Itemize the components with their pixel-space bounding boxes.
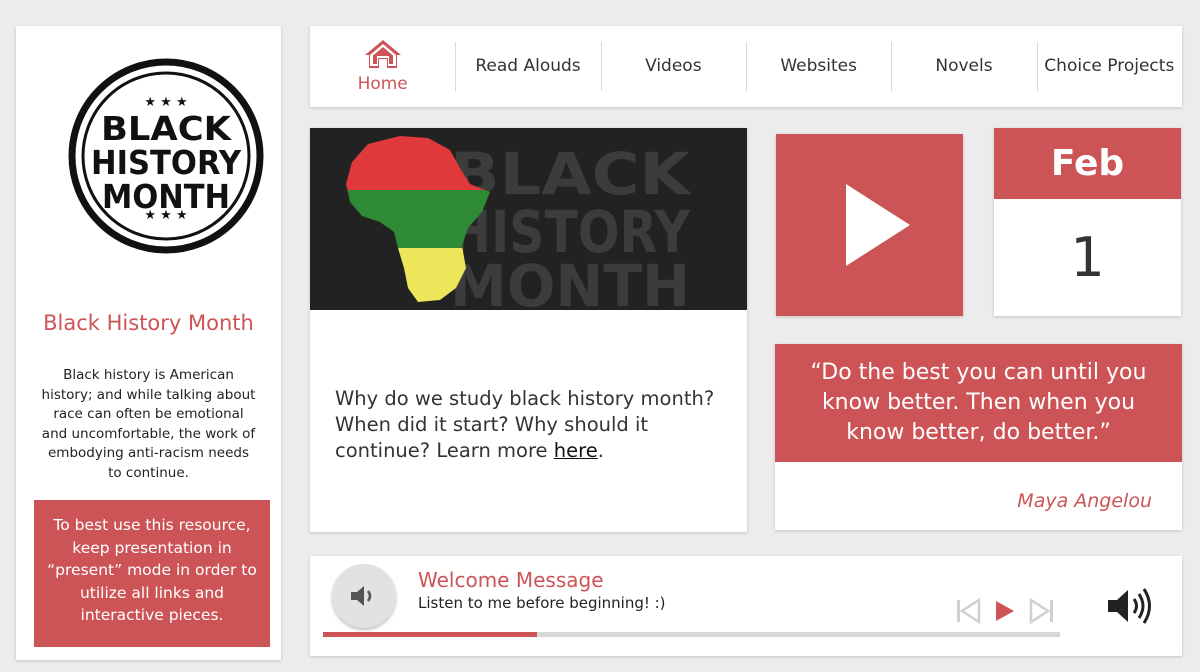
nav-choice-projects-label: Choice Projects xyxy=(1044,56,1175,76)
nav-choice-projects[interactable]: Choice Projects xyxy=(1036,26,1182,107)
sidebar-title: Black History Month xyxy=(43,311,254,335)
logo-line-3: MONTH xyxy=(102,177,230,216)
sidebar-description: Black history is American history; and w… xyxy=(41,367,256,481)
learn-more-link[interactable]: here xyxy=(554,439,598,462)
speaker-icon xyxy=(351,586,372,606)
nav-novels[interactable]: Novels xyxy=(891,26,1036,107)
audio-subtitle: Listen to me before beginning! :) xyxy=(418,594,666,612)
nav-novels-label: Novels xyxy=(935,56,993,76)
top-navigation: Home Read Alouds Videos Websites Novels … xyxy=(310,26,1182,107)
intro-text: Why do we study black history month? Whe… xyxy=(335,387,715,462)
volume-icon[interactable] xyxy=(1106,586,1156,626)
nav-videos[interactable]: Videos xyxy=(600,26,746,107)
date-day: 1 xyxy=(1070,226,1105,289)
nav-websites-label: Websites xyxy=(780,56,857,76)
audio-player: Welcome Message Listen to me before begi… xyxy=(310,556,1182,656)
nav-read-alouds-label: Read Alouds xyxy=(475,56,581,76)
svg-text:★ ★ ★: ★ ★ ★ xyxy=(144,95,187,110)
nav-websites[interactable]: Websites xyxy=(745,26,891,107)
banner-image: BLACK HISTORY MONTH xyxy=(310,128,747,310)
nav-videos-label: Videos xyxy=(645,56,702,76)
date-card: Feb 1 xyxy=(994,128,1181,316)
audio-play-button[interactable] xyxy=(332,564,396,628)
date-month: Feb xyxy=(994,128,1181,199)
main-intro-card: BLACK HISTORY MONTH Why do we study blac… xyxy=(310,128,747,532)
play-video-button[interactable] xyxy=(776,134,963,316)
home-icon xyxy=(364,40,401,68)
africa-flag-graphic: BLACK HISTORY MONTH xyxy=(346,136,692,310)
play-icon[interactable] xyxy=(993,598,1017,624)
quote-text: “Do the best you can until you know bett… xyxy=(775,344,1182,462)
nav-read-alouds[interactable]: Read Alouds xyxy=(455,26,600,107)
audio-progress-fill xyxy=(323,632,537,637)
nav-home-label: Home xyxy=(357,74,408,94)
quote-author: Maya Angelou xyxy=(1017,490,1152,512)
skip-back-icon[interactable] xyxy=(955,598,981,624)
quote-card: “Do the best you can until you know bett… xyxy=(775,344,1182,530)
play-icon xyxy=(846,184,910,266)
audio-title: Welcome Message xyxy=(418,568,604,592)
nav-home[interactable]: Home xyxy=(310,26,455,107)
audio-controls xyxy=(955,598,1055,624)
sidebar: ★ ★ ★ ★ ★ ★ BLACK HISTORY MONTH Black Hi… xyxy=(16,26,281,660)
skip-forward-icon[interactable] xyxy=(1029,598,1055,624)
black-history-month-logo: ★ ★ ★ ★ ★ ★ BLACK HISTORY MONTH xyxy=(68,58,264,254)
audio-progress-bar[interactable] xyxy=(323,632,1060,637)
usage-tip-box: To best use this resource, keep presenta… xyxy=(34,500,270,647)
svg-text:MONTH: MONTH xyxy=(450,252,690,310)
